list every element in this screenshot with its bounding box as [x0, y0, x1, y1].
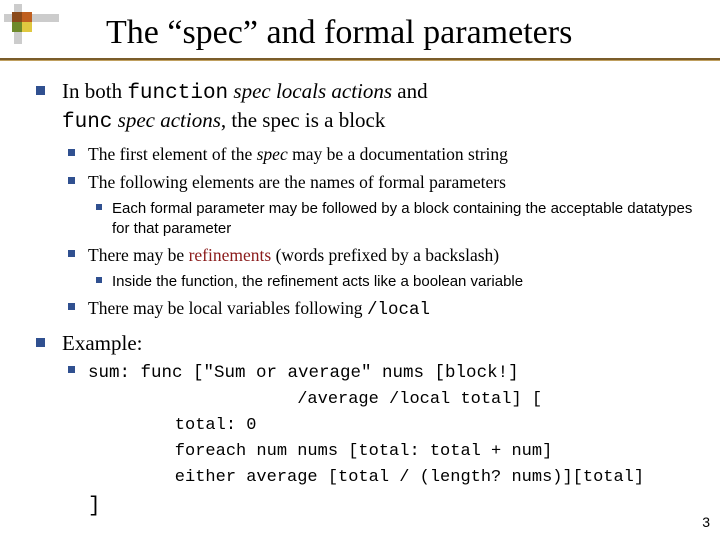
code-line: ] — [36, 493, 702, 520]
code-line: sum: func ["Sum or average" nums [block!… — [88, 363, 519, 383]
text: Each formal parameter may be followed by… — [112, 200, 692, 237]
bullet-level3: Each formal parameter may be followed by… — [36, 199, 702, 238]
text: and — [392, 79, 428, 103]
bullet-level2: There may be refinements (words prefixed… — [36, 244, 702, 267]
slide-title: The “spec” and formal parameters — [106, 14, 572, 52]
bullet-level1: Example: — [36, 330, 702, 356]
code-line: either average [total / (length? nums)][… — [36, 467, 702, 489]
code-inline: function — [127, 82, 228, 105]
title-underline — [0, 58, 720, 61]
bullet-level2: sum: func ["Sum or average" nums [block!… — [36, 360, 702, 385]
code-line: total: 0 — [36, 415, 702, 437]
page-number: 3 — [702, 514, 710, 530]
bullet-level3: Inside the function, the refinement acts… — [36, 272, 702, 292]
code-inline: /local — [367, 300, 430, 320]
code-line: foreach num nums [total: total + num] — [36, 441, 702, 463]
text: The following elements are the names of … — [88, 172, 506, 192]
text: , the spec is a block — [221, 108, 385, 132]
text-italic: spec — [257, 144, 288, 164]
slide-body: In both function spec locals actions and… — [36, 78, 702, 521]
bullet-icon — [68, 177, 75, 184]
bullet-icon — [36, 86, 45, 95]
text: may be a documentation string — [288, 144, 508, 164]
bullet-level2: The first element of the spec may be a d… — [36, 143, 702, 166]
bullet-icon — [68, 303, 75, 310]
text-italic: spec actions — [118, 108, 221, 132]
bullet-icon — [68, 149, 75, 156]
bullet-icon — [96, 204, 102, 210]
bullet-icon — [96, 277, 102, 283]
text-refinement: refinements — [189, 245, 272, 265]
text: The first element of the — [88, 144, 257, 164]
text: There may be — [88, 245, 189, 265]
bullet-level2: There may be local variables following /… — [36, 297, 702, 322]
text-italic: spec locals actions — [233, 79, 392, 103]
bullet-level1-cont: func spec actions, the spec is a block — [36, 107, 702, 136]
bullet-icon — [68, 250, 75, 257]
text: In both — [62, 79, 127, 103]
text: Example: — [62, 331, 142, 355]
code-inline: func — [62, 111, 112, 134]
text: (words prefixed by a backslash) — [271, 245, 499, 265]
code-line: /average /local total] [ — [36, 389, 702, 411]
bullet-level1: In both function spec locals actions and — [36, 78, 702, 107]
bullet-icon — [68, 366, 75, 373]
corner-logo-icon — [4, 4, 74, 54]
text: Inside the function, the refinement acts… — [112, 273, 523, 290]
bullet-level2: The following elements are the names of … — [36, 171, 702, 194]
text: There may be local variables following — [88, 298, 367, 318]
bullet-icon — [36, 338, 45, 347]
